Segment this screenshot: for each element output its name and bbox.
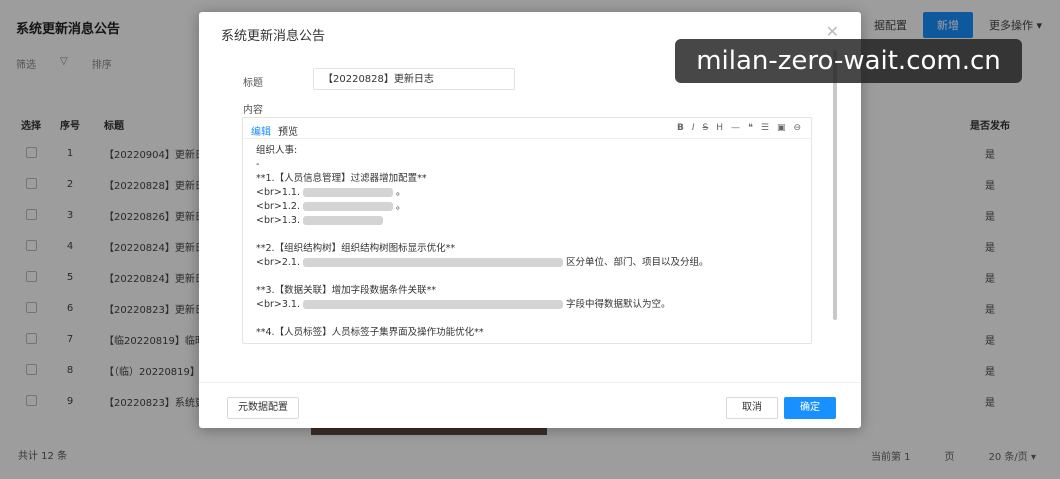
metadata-config-button[interactable]: 元数据配置 xyxy=(227,397,299,419)
modal-scrollbar[interactable] xyxy=(833,50,837,320)
editor-content[interactable]: 组织人事: - **1.【人员信息管理】过滤器增加配置** <br>1.1.。 <br>… xyxy=(256,144,796,340)
editor-line: **4.【人员标签】人员标签子集界面及操作功能优化** xyxy=(256,327,484,338)
heading-icon[interactable]: H xyxy=(716,123,723,133)
editor-line: - xyxy=(256,159,260,170)
image-icon[interactable]: ▣ xyxy=(777,123,786,133)
modal-footer-divider xyxy=(199,382,861,383)
cancel-button[interactable]: 取消 xyxy=(726,397,778,419)
editor-line: <br>1.2.。 xyxy=(256,201,406,212)
tab-preview[interactable]: 预览 xyxy=(278,123,298,138)
italic-icon[interactable]: I xyxy=(692,123,695,133)
redacted-text xyxy=(302,258,563,267)
quote-icon[interactable]: ❝ xyxy=(748,123,753,133)
redacted-text xyxy=(302,188,393,197)
bold-icon[interactable]: B xyxy=(677,123,684,133)
editor-line: **3.【数据关联】增加字段数据条件关联** xyxy=(256,285,437,296)
content-label: 内容 xyxy=(243,105,263,116)
title-label: 标题 xyxy=(243,78,263,89)
editor-toolbar: B I S H — ❝ ☰ ▣ ⊖ xyxy=(677,123,801,133)
editor-line: **1.【人员信息管理】过滤器增加配置** xyxy=(256,173,427,184)
editor-line: <br>1.3. xyxy=(256,214,796,228)
tab-edit[interactable]: 编辑 xyxy=(251,123,271,138)
editor-line: <br>2.1. 区分单位、部门、项目以及分组。 xyxy=(256,257,709,268)
markdown-editor[interactable]: 编辑 预览 B I S H — ❝ ☰ ▣ ⊖ 组织人事: - **1.【人员信息管… xyxy=(242,117,812,344)
redacted-text xyxy=(302,216,383,225)
strikethrough-icon[interactable]: S xyxy=(703,123,709,133)
title-input[interactable]: 【20220828】更新日志 xyxy=(313,68,515,90)
horizontal-rule-icon[interactable]: — xyxy=(731,123,740,133)
editor-line: **2.【组织结构树】组织结构树图标显示优化** xyxy=(256,243,456,254)
editor-line: 组织人事: xyxy=(256,145,298,156)
modal-title: 系统更新消息公告 xyxy=(221,29,326,44)
watermark-logo: milan-zero-wait.com.cn xyxy=(675,39,1022,83)
list-icon[interactable]: ☰ xyxy=(761,123,769,133)
editor-line: <br>1.1.。 xyxy=(256,187,406,198)
more-icon[interactable]: ⊖ xyxy=(793,123,801,133)
confirm-button[interactable]: 确定 xyxy=(784,397,836,419)
editor-line: <br>3.1. 字段中得数据默认为空。 xyxy=(256,299,671,310)
redacted-text xyxy=(302,300,563,309)
editor-tabs: 编辑 预览 xyxy=(251,123,298,138)
redacted-text xyxy=(302,202,393,211)
editor-divider xyxy=(243,138,811,139)
